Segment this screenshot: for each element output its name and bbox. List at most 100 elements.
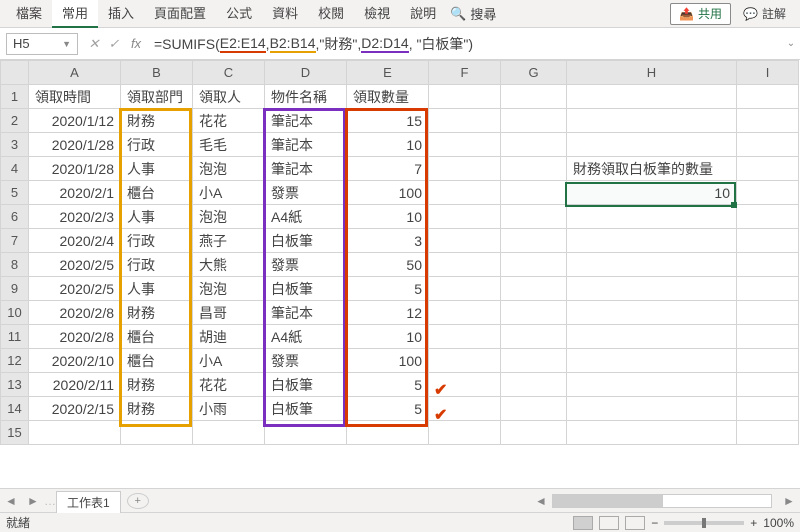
- cell-C8[interactable]: 大熊: [193, 253, 265, 277]
- cell-C3[interactable]: 毛毛: [193, 133, 265, 157]
- row-header[interactable]: 10: [1, 301, 29, 325]
- search-icon[interactable]: 🔍: [450, 6, 466, 22]
- cell-H4[interactable]: 財務領取白板筆的數量: [567, 157, 737, 181]
- cell-A10[interactable]: 2020/2/8: [29, 301, 121, 325]
- cell-I1[interactable]: [737, 85, 799, 109]
- cell-H9[interactable]: [567, 277, 737, 301]
- cell-A7[interactable]: 2020/2/4: [29, 229, 121, 253]
- row-header[interactable]: 8: [1, 253, 29, 277]
- cell-I3[interactable]: [737, 133, 799, 157]
- cell-D13[interactable]: 白板筆: [265, 373, 347, 397]
- cell-H8[interactable]: [567, 253, 737, 277]
- cell-A6[interactable]: 2020/2/3: [29, 205, 121, 229]
- cell-E2[interactable]: 15: [347, 109, 429, 133]
- cell-E1[interactable]: 領取數量: [347, 85, 429, 109]
- cell-H11[interactable]: [567, 325, 737, 349]
- cell-D12[interactable]: 發票: [265, 349, 347, 373]
- cell-A1[interactable]: 領取時間: [29, 85, 121, 109]
- cell-G1[interactable]: [501, 85, 567, 109]
- sheet-nav-prev[interactable]: ◄: [0, 494, 22, 508]
- cell-B4[interactable]: 人事: [121, 157, 193, 181]
- cell-G3[interactable]: [501, 133, 567, 157]
- cell-C10[interactable]: 昌哥: [193, 301, 265, 325]
- table-row[interactable]: 62020/2/3人事泡泡A4紙10: [1, 205, 799, 229]
- cell-F4[interactable]: [429, 157, 501, 181]
- cell-H15[interactable]: [567, 421, 737, 445]
- zoom-control[interactable]: − + 100%: [651, 516, 794, 530]
- table-row[interactable]: 22020/1/12財務花花筆記本15: [1, 109, 799, 133]
- col-C[interactable]: C: [193, 61, 265, 85]
- chevron-down-icon[interactable]: ▼: [62, 39, 71, 49]
- cell-F7[interactable]: [429, 229, 501, 253]
- cell-B11[interactable]: 櫃台: [121, 325, 193, 349]
- cell-F5[interactable]: [429, 181, 501, 205]
- cell-F10[interactable]: [429, 301, 501, 325]
- cell-E15[interactable]: [347, 421, 429, 445]
- cell-H2[interactable]: [567, 109, 737, 133]
- col-D[interactable]: D: [265, 61, 347, 85]
- cell-D10[interactable]: 筆記本: [265, 301, 347, 325]
- cell-G7[interactable]: [501, 229, 567, 253]
- cell-I12[interactable]: [737, 349, 799, 373]
- cell-H6[interactable]: [567, 205, 737, 229]
- cell-D3[interactable]: 筆記本: [265, 133, 347, 157]
- cell-I4[interactable]: [737, 157, 799, 181]
- row-header[interactable]: 9: [1, 277, 29, 301]
- cell-G5[interactable]: [501, 181, 567, 205]
- cell-E10[interactable]: 12: [347, 301, 429, 325]
- cell-C4[interactable]: 泡泡: [193, 157, 265, 181]
- fx-icon[interactable]: fx: [124, 36, 148, 51]
- cell-D15[interactable]: [265, 421, 347, 445]
- cell-B10[interactable]: 財務: [121, 301, 193, 325]
- cell-B9[interactable]: 人事: [121, 277, 193, 301]
- cell-I14[interactable]: [737, 397, 799, 421]
- cell-B13[interactable]: 財務: [121, 373, 193, 397]
- cell-E12[interactable]: 100: [347, 349, 429, 373]
- col-A[interactable]: A: [29, 61, 121, 85]
- cell-G8[interactable]: [501, 253, 567, 277]
- row-header[interactable]: 11: [1, 325, 29, 349]
- table-row[interactable]: 42020/1/28人事泡泡筆記本7財務領取白板筆的數量: [1, 157, 799, 181]
- cell-I13[interactable]: [737, 373, 799, 397]
- cell-E5[interactable]: 100: [347, 181, 429, 205]
- cell-G2[interactable]: [501, 109, 567, 133]
- cell-A14[interactable]: 2020/2/15: [29, 397, 121, 421]
- tab-view[interactable]: 檢視: [354, 0, 400, 28]
- cell-H3[interactable]: [567, 133, 737, 157]
- tab-home[interactable]: 常用: [52, 0, 98, 28]
- cell-D6[interactable]: A4紙: [265, 205, 347, 229]
- cell-A12[interactable]: 2020/2/10: [29, 349, 121, 373]
- zoom-value[interactable]: 100%: [763, 516, 794, 530]
- row-header[interactable]: 5: [1, 181, 29, 205]
- tab-layout[interactable]: 頁面配置: [144, 0, 216, 28]
- tab-formula[interactable]: 公式: [216, 0, 262, 28]
- cell-C11[interactable]: 胡迪: [193, 325, 265, 349]
- tab-file[interactable]: 檔案: [6, 0, 52, 28]
- cell-C13[interactable]: 花花: [193, 373, 265, 397]
- tab-data[interactable]: 資料: [262, 0, 308, 28]
- cell-B12[interactable]: 櫃台: [121, 349, 193, 373]
- cell-F9[interactable]: [429, 277, 501, 301]
- cell-A2[interactable]: 2020/1/12: [29, 109, 121, 133]
- cell-H12[interactable]: [567, 349, 737, 373]
- table-row[interactable]: 132020/2/11財務花花白板筆5: [1, 373, 799, 397]
- col-G[interactable]: G: [501, 61, 567, 85]
- cell-C9[interactable]: 泡泡: [193, 277, 265, 301]
- cell-C2[interactable]: 花花: [193, 109, 265, 133]
- row-header[interactable]: 2: [1, 109, 29, 133]
- cell-D4[interactable]: 筆記本: [265, 157, 347, 181]
- col-I[interactable]: I: [737, 61, 799, 85]
- sheet-tab-1[interactable]: 工作表1: [56, 491, 121, 513]
- cell-G10[interactable]: [501, 301, 567, 325]
- cell-E3[interactable]: 10: [347, 133, 429, 157]
- row-header[interactable]: 4: [1, 157, 29, 181]
- cell-I15[interactable]: [737, 421, 799, 445]
- cell-G4[interactable]: [501, 157, 567, 181]
- share-button[interactable]: 📤 共用: [670, 3, 731, 25]
- search-label[interactable]: 搜尋: [470, 4, 496, 23]
- hscroll-left[interactable]: ◄: [530, 494, 552, 508]
- cell-D8[interactable]: 發票: [265, 253, 347, 277]
- cell-F11[interactable]: [429, 325, 501, 349]
- cell-B7[interactable]: 行政: [121, 229, 193, 253]
- cell-D11[interactable]: A4紙: [265, 325, 347, 349]
